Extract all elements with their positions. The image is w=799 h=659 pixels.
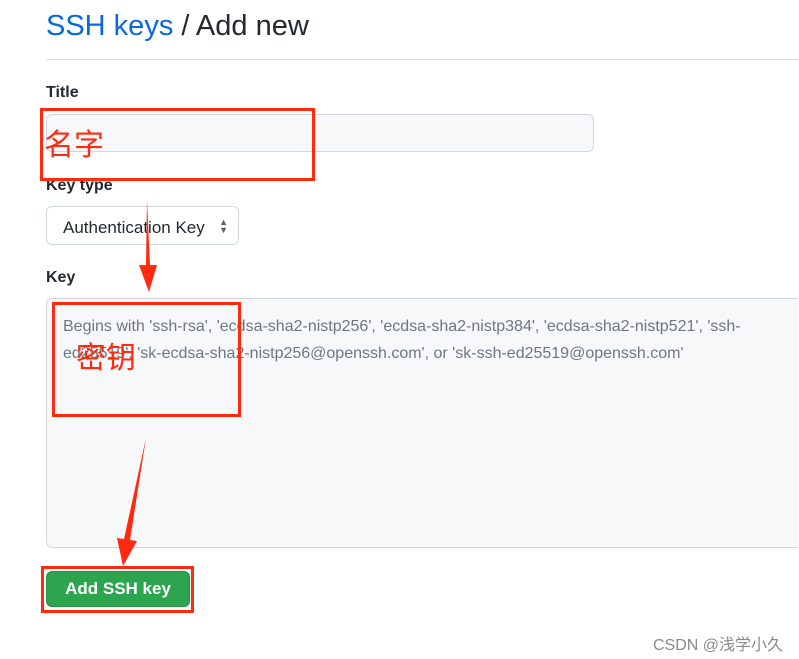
watermark: CSDN @浅学小久 [652,637,783,654]
arrow-title-to-key [139,200,157,292]
arrow-key-to-button [117,438,146,566]
annotation-arrows [117,200,157,566]
